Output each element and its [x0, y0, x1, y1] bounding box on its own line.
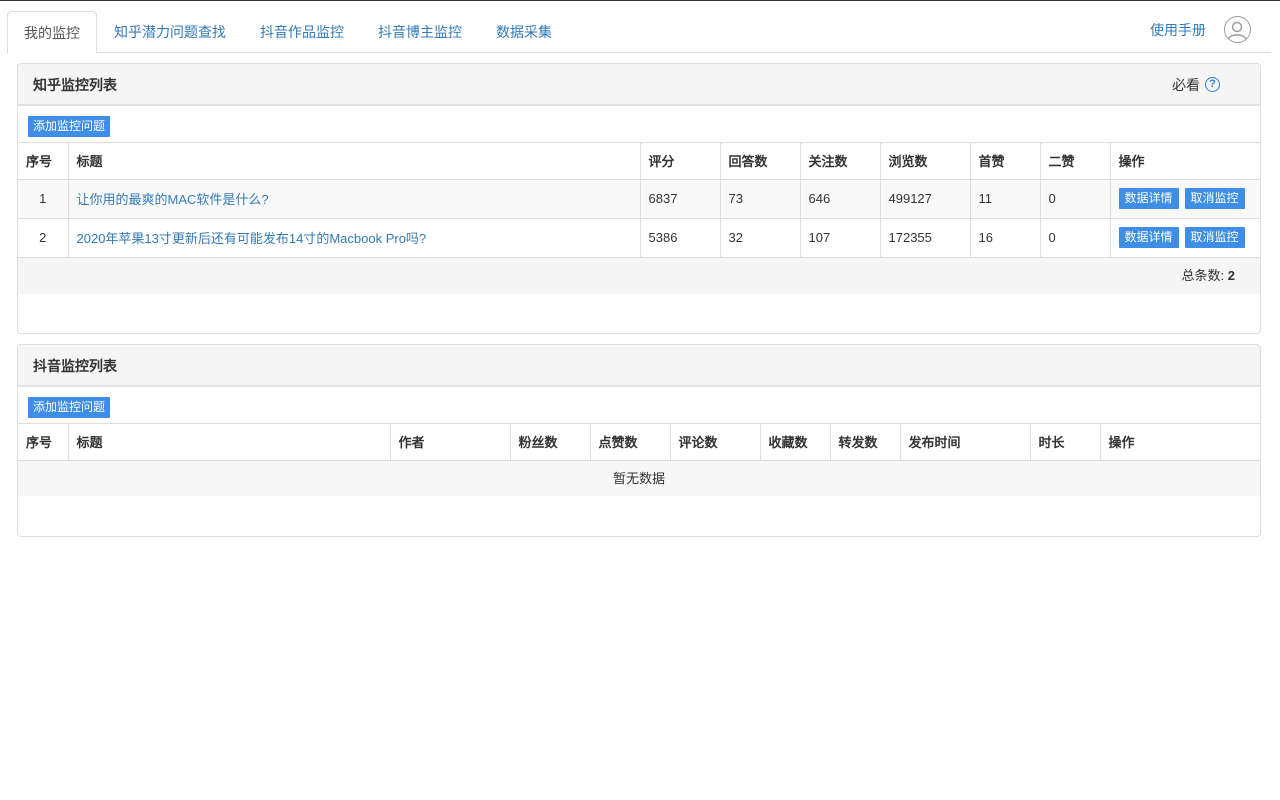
col-followers: 关注数 [800, 143, 881, 180]
help-icon[interactable]: ? [1205, 77, 1220, 92]
col-actions: 操作 [1100, 424, 1260, 461]
col-views: 浏览数 [880, 143, 971, 180]
user-manual-link[interactable]: 使用手册 [1150, 11, 1206, 49]
row-actions: 数据详情 取消监控 [1110, 179, 1260, 219]
zhihu-toolbar: 添加监控问题 [18, 106, 1260, 143]
total-label: 总条数: [1181, 267, 1225, 283]
col-shares: 转发数 [830, 424, 901, 461]
table-header-row: 序号 标题 作者 粉丝数 点赞数 评论数 收藏数 转发数 发布时间 时长 操作 [18, 424, 1260, 461]
douyin-panel-heading: 抖音监控列表 [18, 345, 1260, 387]
douyin-panel-title: 抖音监控列表 [33, 358, 117, 374]
total-count: 总条数: 2 [1182, 258, 1235, 294]
row-score: 5386 [640, 218, 721, 258]
col-score: 评分 [640, 143, 721, 180]
tab-bar: 我的监控 知乎潜力问题查找 抖音作品监控 抖音博主监控 数据采集 [7, 11, 1271, 54]
tab-my-monitor[interactable]: 我的监控 [7, 11, 97, 54]
col-second-like: 二赞 [1040, 143, 1111, 180]
table-header-row: 序号 标题 评分 回答数 关注数 浏览数 首赞 二赞 操作 [18, 143, 1260, 180]
question-link[interactable]: 2020年苹果13寸更新后还有可能发布14寸的Macbook Pro吗? [77, 231, 427, 246]
col-author: 作者 [390, 424, 511, 461]
col-answers: 回答数 [720, 143, 801, 180]
douyin-table: 序号 标题 作者 粉丝数 点赞数 评论数 收藏数 转发数 发布时间 时长 操作 [18, 424, 1260, 461]
data-detail-button[interactable]: 数据详情 [1118, 227, 1179, 248]
row-views: 499127 [880, 179, 971, 219]
zhihu-monitor-panel: 知乎监控列表 必看 ? 添加监控问题 序号 标题 评分 回答数 关注数 浏览数 … [17, 63, 1261, 334]
must-see-label: 必看 [1172, 77, 1200, 93]
row-views: 172355 [880, 218, 971, 258]
douyin-toolbar: 添加监控问题 [18, 387, 1260, 424]
col-title: 标题 [68, 424, 391, 461]
row-title-cell: 2020年苹果13寸更新后还有可能发布14寸的Macbook Pro吗? [68, 218, 641, 258]
zhihu-panel-title: 知乎监控列表 [33, 77, 117, 93]
col-comments: 评论数 [670, 424, 761, 461]
add-douyin-monitor-button[interactable]: 添加监控问题 [28, 397, 111, 418]
col-first-like: 首赞 [970, 143, 1041, 180]
row-index: 2 [18, 218, 69, 258]
douyin-monitor-panel: 抖音监控列表 添加监控问题 序号 标题 作者 粉丝数 点赞数 评论数 收藏数 转… [17, 344, 1261, 537]
zhihu-table-footer: 总条数: 2 [18, 257, 1260, 294]
row-score: 6837 [640, 179, 721, 219]
cancel-monitor-button[interactable]: 取消监控 [1184, 227, 1245, 248]
row-index: 1 [18, 179, 69, 219]
tab-douyin-bloggers[interactable]: 抖音博主监控 [361, 11, 479, 53]
col-title: 标题 [68, 143, 641, 180]
col-index: 序号 [18, 143, 69, 180]
col-publish-time: 发布时间 [900, 424, 1031, 461]
row-followers: 646 [800, 179, 881, 219]
row-title-cell: 让你用的最爽的MAC软件是什么? [68, 179, 641, 219]
row-followers: 107 [800, 218, 881, 258]
row-first-like: 16 [970, 218, 1041, 258]
add-zhihu-monitor-button[interactable]: 添加监控问题 [28, 116, 111, 137]
row-first-like: 11 [970, 179, 1041, 219]
top-nav: 我的监控 知乎潜力问题查找 抖音作品监控 抖音博主监控 数据采集 使用手册 [7, 11, 1271, 54]
zhihu-panel-heading: 知乎监控列表 必看 ? [18, 64, 1260, 106]
tab-data-collection[interactable]: 数据采集 [479, 11, 569, 53]
data-detail-button[interactable]: 数据详情 [1118, 188, 1179, 209]
table-row: 2 2020年苹果13寸更新后还有可能发布14寸的Macbook Pro吗? 5… [18, 218, 1260, 258]
row-actions: 数据详情 取消监控 [1110, 218, 1260, 258]
avatar-icon[interactable] [1224, 16, 1251, 43]
col-actions: 操作 [1110, 143, 1260, 180]
row-second-like: 0 [1040, 218, 1111, 258]
col-index: 序号 [18, 424, 69, 461]
empty-state: 暂无数据 [18, 460, 1260, 496]
row-second-like: 0 [1040, 179, 1111, 219]
tab-douyin-works[interactable]: 抖音作品监控 [243, 11, 361, 53]
cancel-monitor-button[interactable]: 取消监控 [1184, 188, 1245, 209]
col-likes: 点赞数 [590, 424, 671, 461]
col-fans: 粉丝数 [510, 424, 591, 461]
question-link[interactable]: 让你用的最爽的MAC软件是什么? [77, 192, 269, 207]
total-value: 2 [1227, 267, 1235, 283]
tab-zhihu-potential[interactable]: 知乎潜力问题查找 [97, 11, 243, 53]
row-answers: 32 [720, 218, 801, 258]
table-row: 1 让你用的最爽的MAC软件是什么? 6837 73 646 499127 11… [18, 179, 1260, 219]
col-favorites: 收藏数 [760, 424, 831, 461]
row-answers: 73 [720, 179, 801, 219]
zhihu-table: 序号 标题 评分 回答数 关注数 浏览数 首赞 二赞 操作 1 让你用的最爽的M… [18, 143, 1260, 258]
col-duration: 时长 [1030, 424, 1101, 461]
